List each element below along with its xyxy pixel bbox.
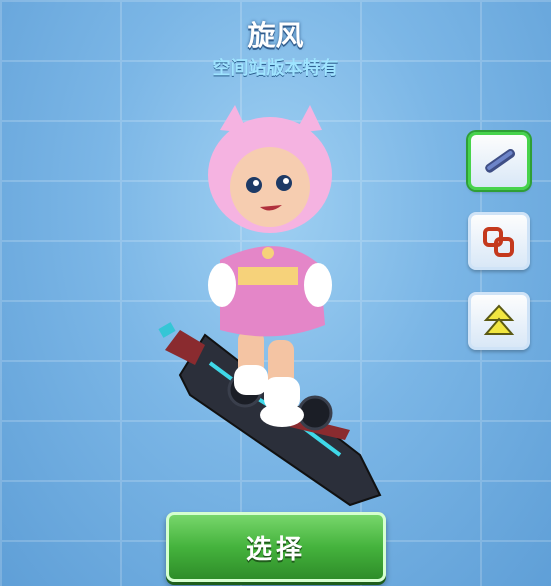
upgrade-icon [483, 304, 515, 335]
select-button-label: 选择 [245, 534, 306, 565]
hoverboard-title: 旋风 [247, 19, 304, 52]
power-ups-icon [483, 227, 514, 257]
tab-upgrade[interactable] [468, 292, 530, 350]
hoverboard-subtitle: 空间站版本特有 [212, 58, 339, 79]
tab-powerups[interactable] [468, 212, 530, 270]
board-icon [485, 148, 516, 173]
select-button[interactable]: 选择 [166, 512, 386, 582]
character-head [208, 105, 332, 233]
tab-hoverboard[interactable] [468, 132, 530, 190]
character-preview [158, 105, 382, 507]
character-body [208, 246, 332, 337]
